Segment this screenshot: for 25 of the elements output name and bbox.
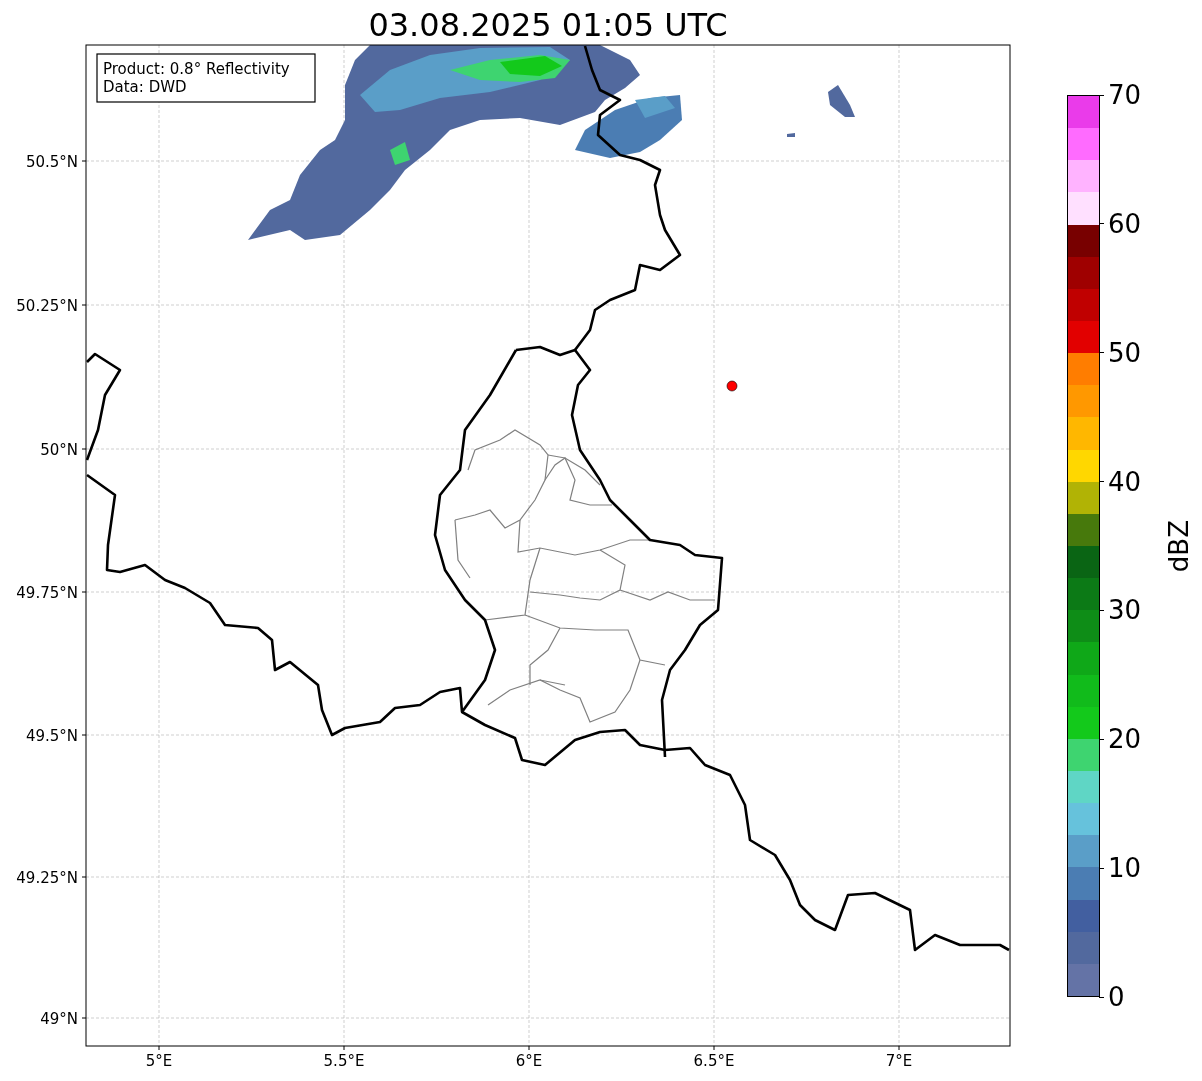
colorbar-label: dBZ xyxy=(1166,519,1192,573)
y-axis-label: 49.5°N xyxy=(25,727,78,745)
info-text: Product: 0.8° Reflectivity xyxy=(103,60,290,78)
y-axis-label: 50.5°N xyxy=(25,153,78,171)
chart-title: 03.08.2025 01:05 UTC xyxy=(368,6,728,44)
x-axis-label: 5.5°E xyxy=(323,1052,365,1070)
x-axis-label: 5°E xyxy=(145,1052,173,1070)
y-axis-label: 49°N xyxy=(40,1010,78,1028)
y-axis-label: 50°N xyxy=(40,441,78,459)
colorbar-tick-label: 50 xyxy=(1108,339,1142,366)
location-marker xyxy=(726,380,738,392)
y-axis-label: 50.25°N xyxy=(16,297,78,315)
y-axis-label: 49.75°N xyxy=(16,584,78,602)
colorbar-tick-label: 30 xyxy=(1108,597,1142,624)
x-axis-label: 6.5°E xyxy=(693,1052,735,1070)
x-axis-label: 6°E xyxy=(515,1052,543,1070)
colorbar-tick-label: 0 xyxy=(1108,984,1125,1010)
colorbar-tick-label: 40 xyxy=(1108,468,1142,495)
colorbar-tick-label: 60 xyxy=(1108,210,1142,237)
colorbar-tick-label: 20 xyxy=(1108,726,1142,753)
colorbar-tick-label: 70 xyxy=(1108,82,1142,108)
colorbar-tick-label: 10 xyxy=(1108,855,1142,882)
info-text: Data: DWD xyxy=(103,78,187,96)
x-axis-label: 7°E xyxy=(885,1052,913,1070)
y-axis-label: 49.25°N xyxy=(16,869,78,887)
